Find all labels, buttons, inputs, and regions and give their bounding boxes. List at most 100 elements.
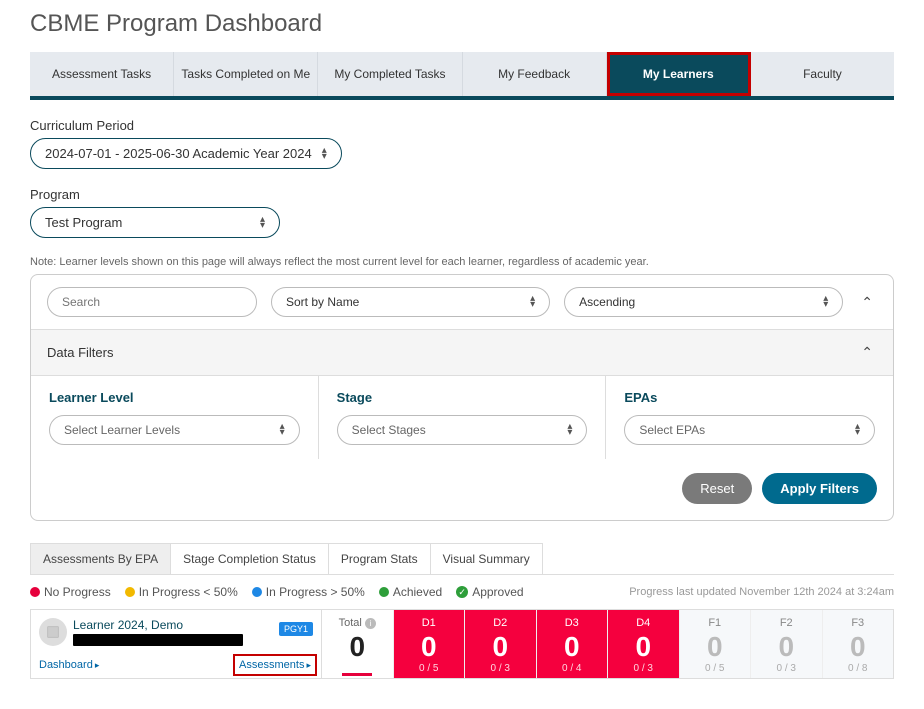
stage-label: Stage [337, 390, 588, 405]
stat-d4-head: D4 [608, 616, 679, 632]
info-icon[interactable]: i [365, 618, 376, 629]
progress-legend: No Progress In Progress < 50% In Progres… [30, 585, 524, 599]
stat-f1[interactable]: F1 0 0 / 5 [679, 610, 751, 678]
learner-name[interactable]: Learner 2024, Demo [73, 618, 269, 632]
subtab-visual-summary[interactable]: Visual Summary [430, 543, 543, 574]
collapse-filters-icon[interactable]: ⌃ [857, 340, 877, 365]
program-value: Test Program [45, 215, 122, 230]
learner-level-placeholder: Select Learner Levels [64, 423, 180, 437]
curriculum-period-value: 2024-07-01 - 2025-06-30 Academic Year 20… [45, 146, 312, 161]
dot-in-progress-high-icon [252, 587, 262, 597]
curriculum-period-label: Curriculum Period [30, 118, 894, 133]
stat-d2-head: D2 [465, 616, 536, 632]
image-placeholder-icon [46, 625, 60, 639]
redacted-email [73, 634, 243, 646]
stat-d3-head: D3 [537, 616, 608, 632]
dot-no-progress-icon [30, 587, 40, 597]
dot-in-progress-low-icon [125, 587, 135, 597]
stat-d4-sub: 0 / 3 [608, 663, 679, 674]
epas-select[interactable]: Select EPAs ▴▾ [624, 415, 875, 445]
stat-total-head: Total [339, 617, 362, 629]
tab-my-feedback[interactable]: My Feedback [463, 52, 607, 96]
filter-panel: Sort by Name ▴▾ Ascending ▴▾ ⌃ Data Filt… [30, 274, 894, 521]
tab-my-completed-tasks[interactable]: My Completed Tasks [318, 52, 462, 96]
dot-achieved-icon [379, 587, 389, 597]
updown-icon: ▴▾ [322, 148, 327, 160]
dashboard-link[interactable]: Dashboard▸ [39, 659, 99, 671]
stat-f3-head: F3 [823, 616, 894, 632]
stat-f2-value: 0 [751, 632, 822, 663]
stat-f2-head: F2 [751, 616, 822, 632]
legend-approved: Approved [472, 585, 523, 599]
stat-d1[interactable]: D1 0 0 / 5 [393, 610, 465, 678]
main-tabs: Assessment Tasks Tasks Completed on Me M… [30, 52, 894, 100]
learner-row: Learner 2024, Demo PGY1 Dashboard▸ Asses… [30, 609, 894, 679]
sub-tabs: Assessments By EPA Stage Completion Stat… [30, 543, 894, 575]
stat-f3[interactable]: F3 0 0 / 8 [822, 610, 894, 678]
tab-assessment-tasks[interactable]: Assessment Tasks [30, 52, 174, 96]
tab-my-learners[interactable]: My Learners [607, 52, 751, 96]
level-note: Note: Learner levels shown on this page … [30, 256, 894, 268]
progress-updated-text: Progress last updated November 12th 2024… [629, 586, 894, 598]
check-approved-icon: ✓ [456, 586, 468, 598]
program-select[interactable]: Test Program ▴▾ [30, 207, 280, 238]
epas-label: EPAs [624, 390, 875, 405]
stat-d2-sub: 0 / 3 [465, 663, 536, 674]
updown-icon: ▴▾ [823, 296, 828, 308]
reset-button[interactable]: Reset [682, 473, 752, 504]
stat-total-value: 0 [322, 632, 393, 663]
caret-right-icon: ▸ [95, 660, 100, 670]
apply-filters-button[interactable]: Apply Filters [762, 473, 877, 504]
stat-d1-sub: 0 / 5 [394, 663, 465, 674]
updown-icon: ▴▾ [530, 296, 535, 308]
stat-f2[interactable]: F2 0 0 / 3 [750, 610, 822, 678]
avatar [39, 618, 67, 646]
pgy-badge: PGY1 [279, 622, 313, 636]
stage-select[interactable]: Select Stages ▴▾ [337, 415, 588, 445]
learner-level-select[interactable]: Select Learner Levels ▴▾ [49, 415, 300, 445]
curriculum-period-select[interactable]: 2024-07-01 - 2025-06-30 Academic Year 20… [30, 138, 342, 169]
stat-total: Totali 0 [321, 610, 393, 678]
sort-direction-select[interactable]: Ascending ▴▾ [564, 287, 843, 317]
legend-in-progress-low: In Progress < 50% [139, 585, 238, 599]
subtab-stage-completion[interactable]: Stage Completion Status [170, 543, 329, 574]
search-input[interactable] [47, 287, 257, 317]
stat-f3-value: 0 [823, 632, 894, 663]
stat-d1-head: D1 [394, 616, 465, 632]
stat-f1-sub: 0 / 5 [680, 663, 751, 674]
legend-achieved: Achieved [393, 585, 442, 599]
legend-no-progress: No Progress [44, 585, 111, 599]
page-title: CBME Program Dashboard [30, 10, 894, 38]
sort-by-select[interactable]: Sort by Name ▴▾ [271, 287, 550, 317]
stat-d4-value: 0 [608, 632, 679, 663]
stat-d3[interactable]: D3 0 0 / 4 [536, 610, 608, 678]
program-label: Program [30, 187, 894, 202]
updown-icon: ▴▾ [280, 424, 285, 436]
collapse-search-icon[interactable]: ⌃ [857, 290, 877, 315]
data-filters-label: Data Filters [47, 345, 113, 360]
stat-d3-sub: 0 / 4 [537, 663, 608, 674]
updown-icon: ▴▾ [260, 217, 265, 229]
subtab-program-stats[interactable]: Program Stats [328, 543, 431, 574]
subtab-assessments-by-epa[interactable]: Assessments By EPA [30, 543, 171, 574]
caret-right-icon: ▸ [306, 660, 311, 670]
stat-f2-sub: 0 / 3 [751, 663, 822, 674]
sort-by-value: Sort by Name [286, 295, 359, 309]
epas-placeholder: Select EPAs [639, 423, 705, 437]
tab-faculty[interactable]: Faculty [751, 52, 894, 96]
stat-d2[interactable]: D2 0 0 / 3 [464, 610, 536, 678]
stage-placeholder: Select Stages [352, 423, 426, 437]
updown-icon: ▴▾ [567, 424, 572, 436]
updown-icon: ▴▾ [855, 424, 860, 436]
stat-f3-sub: 0 / 8 [823, 663, 894, 674]
assessments-link[interactable]: Assessments▸ [237, 658, 313, 672]
stat-d1-value: 0 [394, 632, 465, 663]
stat-d4[interactable]: D4 0 0 / 3 [607, 610, 679, 678]
sort-direction-value: Ascending [579, 295, 635, 309]
stat-f1-value: 0 [680, 632, 751, 663]
tab-tasks-completed-on-me[interactable]: Tasks Completed on Me [174, 52, 318, 96]
stat-d2-value: 0 [465, 632, 536, 663]
stat-f1-head: F1 [680, 616, 751, 632]
learner-level-label: Learner Level [49, 390, 300, 405]
data-filters-header[interactable]: Data Filters ⌃ [31, 329, 893, 376]
